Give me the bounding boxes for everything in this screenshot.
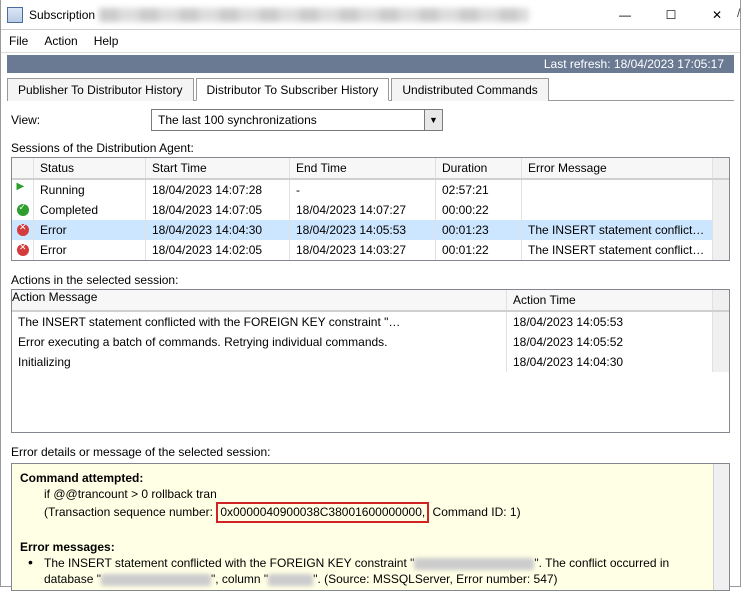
scrollbar-header [713, 158, 729, 179]
error-icon [17, 244, 29, 256]
tabstrip: Publisher To Distributor History Distrib… [7, 77, 734, 101]
dropdown-icon[interactable]: ▼ [424, 110, 442, 130]
close-button[interactable]: ✕ [694, 0, 740, 29]
tab-publisher-to-distributor[interactable]: Publisher To Distributor History [7, 78, 194, 101]
view-select[interactable]: The last 100 synchronizations ▼ [151, 109, 443, 131]
action-row[interactable]: Initializing 18/04/2023 14:04:30 [12, 352, 729, 372]
cell-end: 18/04/2023 14:03:27 [290, 240, 436, 260]
window-subtitle-redacted [99, 8, 529, 22]
scrollbar[interactable] [713, 332, 729, 352]
cell-dur: 00:01:23 [436, 220, 522, 240]
cell-err [522, 180, 713, 200]
cell-status: Error [34, 240, 146, 260]
cell-status: Running [34, 180, 146, 200]
session-row[interactable]: Error 18/04/2023 14:02:05 18/04/2023 14:… [12, 240, 729, 260]
col-action-time[interactable]: Action Time [507, 290, 713, 311]
cell-status: Completed [34, 200, 146, 220]
col-end-time[interactable]: End Time [290, 158, 436, 179]
cmd-line-1: if @@trancount > 0 rollback tran [20, 486, 721, 502]
cell-dur: 00:00:22 [436, 200, 522, 220]
scrollbar[interactable] [713, 464, 729, 590]
sessions-header: Status Start Time End Time Duration Erro… [12, 158, 729, 180]
cell-end: 18/04/2023 14:05:53 [290, 220, 436, 240]
cell-err: The INSERT statement conflicte... [522, 220, 713, 240]
cell-time: 18/04/2023 14:05:53 [507, 312, 713, 332]
cmd-attempted-label: Command attempted: [20, 471, 143, 485]
view-label: View: [11, 113, 141, 127]
cell-err [522, 200, 713, 220]
cell-msg: Initializing [12, 352, 507, 372]
menu-file[interactable]: File [9, 34, 28, 48]
scrollbar[interactable] [713, 312, 729, 332]
app-icon [7, 7, 23, 23]
scrollbar-header [713, 290, 729, 311]
actions-header: Action Message Action Time [12, 290, 729, 312]
tab-undistributed-commands[interactable]: Undistributed Commands [391, 78, 548, 101]
cell-start: 18/04/2023 14:04:30 [146, 220, 290, 240]
window-controls: — ☐ ✕ [602, 0, 740, 29]
help-link[interactable]: http://help/547 [96, 588, 172, 591]
action-row[interactable]: The INSERT statement conflicted with the… [12, 312, 729, 332]
cell-err: The INSERT statement conflicte... [522, 240, 713, 260]
col-status[interactable]: Status [34, 158, 146, 179]
cell-dur: 00:01:22 [436, 240, 522, 260]
actions-body: The INSERT statement conflicted with the… [12, 312, 729, 432]
scrollbar[interactable] [713, 352, 729, 372]
redacted-text [414, 558, 534, 570]
error-messages-label: Error messages: [20, 540, 115, 554]
cell-time: 18/04/2023 14:05:52 [507, 332, 713, 352]
cmd-line-2: (Transaction sequence number: 0x00000409… [20, 502, 721, 522]
redacted-text [101, 574, 211, 586]
col-error-message[interactable]: Error Message [522, 158, 713, 179]
completed-icon [17, 204, 29, 216]
error-message-1: The INSERT statement conflicted with the… [20, 555, 721, 591]
cell-time: 18/04/2023 14:04:30 [507, 352, 713, 372]
cell-end: 18/04/2023 14:07:27 [290, 200, 436, 220]
error-detail-box: Command attempted: if @@trancount > 0 ro… [11, 463, 730, 591]
sessions-grid: Status Start Time End Time Duration Erro… [11, 157, 730, 261]
titlebar: Subscription — ☐ ✕ [1, 0, 740, 30]
redacted-text [388, 317, 498, 328]
outside-text: /0 [737, 6, 741, 20]
errordetail-caption: Error details or message of the selected… [11, 445, 730, 459]
session-row[interactable]: Completed 18/04/2023 14:07:05 18/04/2023… [12, 200, 729, 220]
view-select-value: The last 100 synchronizations [152, 113, 424, 127]
col-action-message[interactable]: Action Message [12, 290, 507, 311]
running-icon [17, 184, 29, 196]
redacted-text [268, 574, 313, 586]
cell-status: Error [34, 220, 146, 240]
menu-action[interactable]: Action [44, 34, 77, 48]
sessions-caption: Sessions of the Distribution Agent: [11, 141, 730, 155]
session-row[interactable]: Running 18/04/2023 14:07:28 - 02:57:21 [12, 180, 729, 200]
scrollbar[interactable] [713, 220, 729, 240]
maximize-button[interactable]: ☐ [648, 0, 694, 29]
last-refresh-bar: Last refresh: 18/04/2023 17:05:17 [7, 55, 734, 73]
col-start-time[interactable]: Start Time [146, 158, 290, 179]
actions-grid: Action Message Action Time The INSERT st… [11, 289, 730, 433]
session-row[interactable]: Error 18/04/2023 14:04:30 18/04/2023 14:… [12, 220, 729, 240]
scrollbar[interactable] [713, 180, 729, 200]
window-title: Subscription [29, 8, 95, 22]
cell-start: 18/04/2023 14:02:05 [146, 240, 290, 260]
error-icon [17, 224, 29, 236]
cell-msg: The INSERT statement conflicted with the… [12, 312, 507, 332]
cell-dur: 02:57:21 [436, 180, 522, 200]
highlighted-sequence: 0x0000040900038C38001600000000, [216, 502, 429, 522]
cell-end: - [290, 180, 436, 200]
minimize-button[interactable]: — [602, 0, 648, 29]
sessions-body: Running 18/04/2023 14:07:28 - 02:57:21 C… [12, 180, 729, 260]
scrollbar[interactable] [713, 200, 729, 220]
menubar: File Action Help [1, 30, 740, 53]
action-row[interactable]: Error executing a batch of commands. Ret… [12, 332, 729, 352]
cell-start: 18/04/2023 14:07:28 [146, 180, 290, 200]
cell-msg: Error executing a batch of commands. Ret… [12, 332, 507, 352]
tab-distributor-to-subscriber[interactable]: Distributor To Subscriber History [196, 78, 390, 101]
menu-help[interactable]: Help [94, 34, 119, 48]
scrollbar[interactable] [713, 240, 729, 260]
col-duration[interactable]: Duration [436, 158, 522, 179]
actions-caption: Actions in the selected session: [11, 273, 730, 287]
view-row: View: The last 100 synchronizations ▼ [11, 109, 730, 131]
cell-start: 18/04/2023 14:07:05 [146, 200, 290, 220]
col-icon[interactable] [12, 158, 34, 179]
